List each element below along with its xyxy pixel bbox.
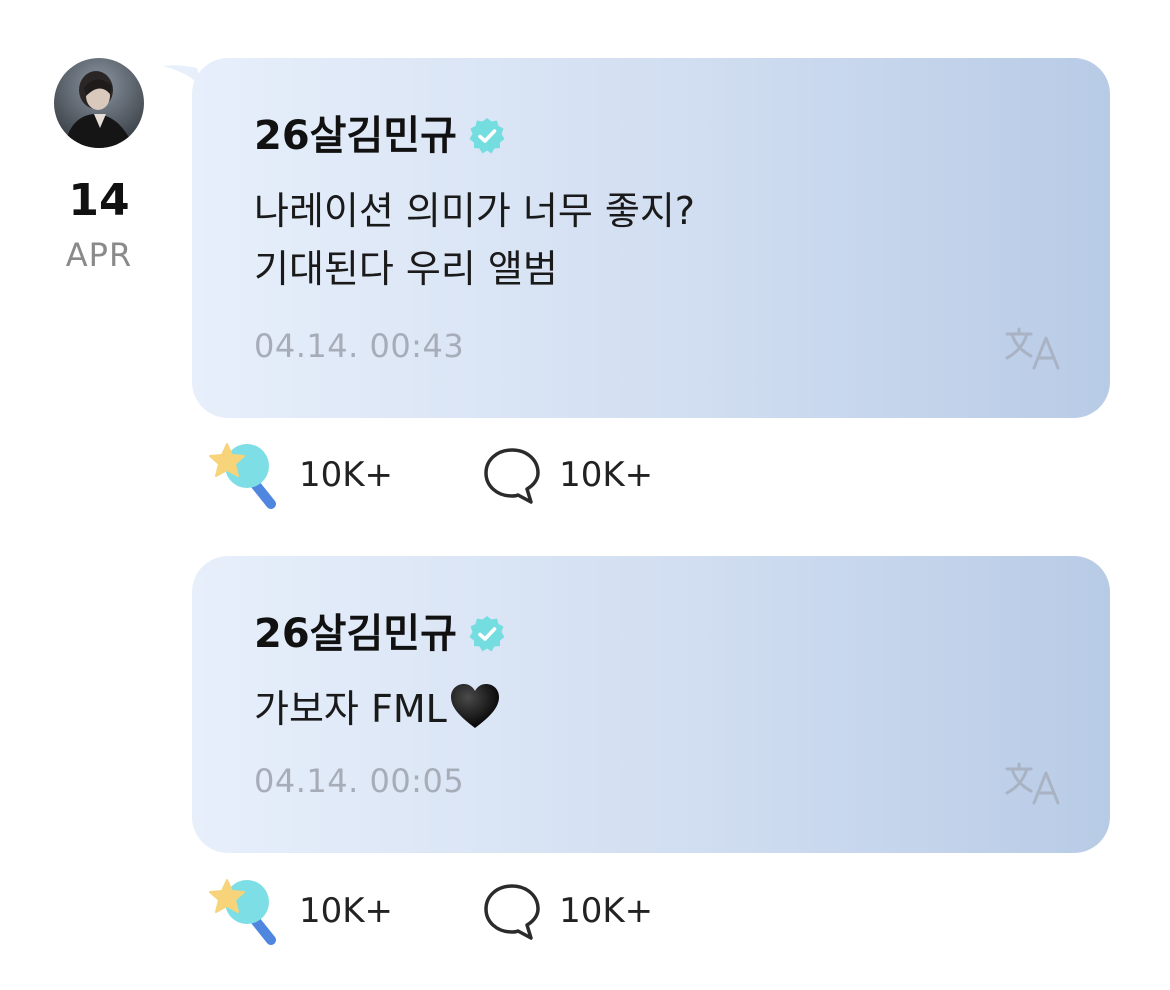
- comment-count: 10K+: [559, 455, 654, 495]
- comment-button[interactable]: 10K+: [481, 444, 653, 506]
- avatar[interactable]: [54, 58, 144, 148]
- message-timestamp: 04.14. 00:05: [254, 762, 465, 800]
- reaction-button[interactable]: 10K+: [205, 440, 393, 510]
- message-bubble[interactable]: 26살김민규 나레이션 의미가 너무 좋지? 기대된다 우리 앨범 04.14.…: [192, 58, 1110, 418]
- message-text: 가보자 FML: [254, 680, 501, 738]
- message-line: 가보자 FML: [254, 680, 501, 738]
- date-day: 14: [68, 175, 130, 226]
- message-line-text: 가보자 FML: [254, 687, 447, 731]
- message-line: 나레이션 의미가 너무 좋지?: [254, 189, 695, 233]
- message-bubble[interactable]: 26살김민규 가보자 FML 04.14. 00:05: [192, 556, 1110, 853]
- reaction-count: 10K+: [299, 455, 394, 495]
- post-actions: 10K+ 10K+: [205, 876, 653, 946]
- verified-badge-icon: [469, 118, 505, 154]
- message-line: 기대된다 우리 앨범: [254, 247, 558, 291]
- translate-icon[interactable]: [1004, 326, 1064, 370]
- star-lollipop-icon: [209, 879, 276, 945]
- author-name: 26살김민규: [254, 611, 457, 657]
- date-month: APR: [65, 236, 133, 274]
- post-author: 26살김민규: [254, 110, 507, 162]
- black-heart-icon: [450, 684, 499, 728]
- translate-icon[interactable]: [1004, 761, 1064, 805]
- post-actions: 10K+ 10K+: [205, 440, 653, 510]
- speech-bubble-icon: [484, 448, 540, 504]
- message-text: 나레이션 의미가 너무 좋지? 기대된다 우리 앨범: [254, 182, 695, 298]
- speech-bubble-icon: [484, 884, 540, 940]
- post-author: 26살김민규: [254, 608, 507, 660]
- verified-badge-icon: [469, 616, 505, 652]
- comment-count: 10K+: [559, 891, 654, 931]
- reaction-count: 10K+: [299, 891, 394, 931]
- avatar-image: [54, 58, 144, 148]
- reaction-button[interactable]: 10K+: [205, 876, 393, 946]
- author-name: 26살김민규: [254, 113, 457, 159]
- star-lollipop-icon: [209, 443, 276, 509]
- message-timestamp: 04.14. 00:43: [254, 327, 465, 365]
- comment-button[interactable]: 10K+: [481, 880, 653, 942]
